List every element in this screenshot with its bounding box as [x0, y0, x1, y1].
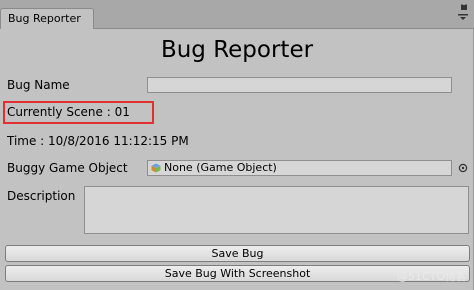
- buggy-object-value: None (Game Object): [164, 161, 277, 174]
- description-label: Description: [7, 189, 76, 203]
- save-bug-button[interactable]: Save Bug: [5, 245, 470, 262]
- buggy-object-label: Buggy Game Object: [7, 161, 128, 175]
- object-picker-icon[interactable]: [458, 163, 468, 173]
- buggy-object-field[interactable]: None (Game Object): [147, 160, 452, 176]
- lock-and-menu-icon[interactable]: [448, 2, 470, 24]
- bug-reporter-window: Bug Reporter Bug Reporter Bug Name Curre…: [0, 0, 474, 290]
- page-title: Bug Reporter: [160, 37, 314, 63]
- description-field[interactable]: [84, 186, 469, 234]
- tab-bug-reporter[interactable]: Bug Reporter: [0, 8, 94, 29]
- bug-name-label: Bug Name: [7, 78, 70, 92]
- watermark-text: @51CTO博客: [396, 270, 467, 283]
- game-object-icon: [151, 163, 161, 173]
- time-text: Time : 10/8/2016 11:12:15 PM: [7, 134, 189, 148]
- current-scene-text: Currently Scene : 01: [7, 105, 130, 119]
- window-menu-icon[interactable]: [448, 2, 470, 26]
- bug-name-field[interactable]: [147, 77, 452, 93]
- tab-strip: Bug Reporter: [0, 0, 474, 29]
